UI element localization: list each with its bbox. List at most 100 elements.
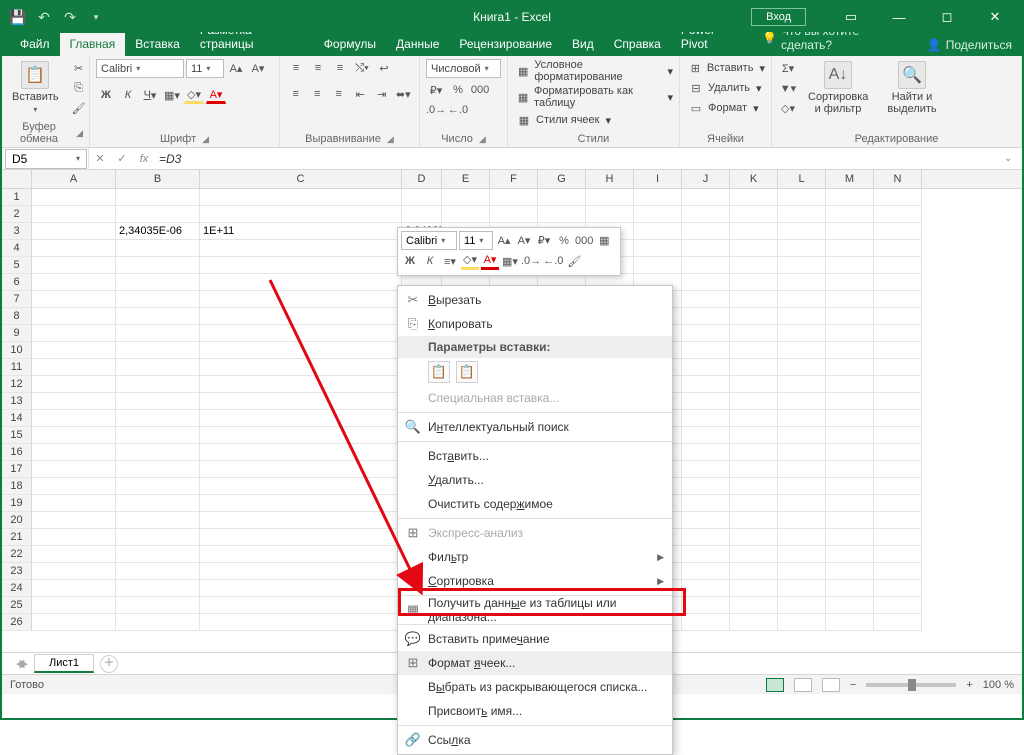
- cell[interactable]: [116, 512, 200, 529]
- cell[interactable]: [200, 529, 402, 546]
- cell[interactable]: [116, 529, 200, 546]
- align-center-icon[interactable]: ≡: [308, 85, 328, 103]
- cell[interactable]: [778, 325, 826, 342]
- cell[interactable]: [730, 614, 778, 631]
- cell[interactable]: [116, 597, 200, 614]
- cell[interactable]: [682, 529, 730, 546]
- cell[interactable]: [32, 597, 116, 614]
- mini-font-color-icon[interactable]: A▾: [481, 252, 499, 270]
- bold-button[interactable]: Ж: [96, 86, 116, 104]
- cond-format-button[interactable]: ▦Условное форматирование▾: [514, 59, 673, 83]
- cell[interactable]: [874, 223, 922, 240]
- row-header[interactable]: 19: [2, 495, 32, 512]
- merge-icon[interactable]: ⬌▾: [394, 85, 414, 103]
- mini-percent-icon[interactable]: %: [555, 232, 573, 250]
- col-header-C[interactable]: C: [200, 170, 402, 188]
- cell[interactable]: [826, 206, 874, 223]
- cell[interactable]: [490, 189, 538, 206]
- cell[interactable]: [634, 257, 682, 274]
- zoom-slider[interactable]: [866, 683, 956, 687]
- cell[interactable]: [778, 223, 826, 240]
- zoom-out-icon[interactable]: −: [850, 679, 856, 691]
- cell[interactable]: [490, 206, 538, 223]
- save-icon[interactable]: 💾: [6, 5, 30, 29]
- cell[interactable]: [682, 495, 730, 512]
- cell[interactable]: [682, 359, 730, 376]
- cell[interactable]: [32, 291, 116, 308]
- row-header[interactable]: 23: [2, 563, 32, 580]
- cell[interactable]: [116, 359, 200, 376]
- ctx-cut[interactable]: ✂Вырезать: [398, 288, 672, 312]
- minimize-button[interactable]: —: [876, 2, 922, 32]
- cell[interactable]: [116, 189, 200, 206]
- mini-border-icon[interactable]: ▦▾: [501, 252, 519, 270]
- cell[interactable]: [116, 274, 200, 291]
- cell[interactable]: [32, 546, 116, 563]
- cell[interactable]: [874, 325, 922, 342]
- tab-data[interactable]: Данные: [386, 33, 449, 56]
- cell[interactable]: [730, 240, 778, 257]
- tab-home[interactable]: Главная: [60, 33, 126, 56]
- cell[interactable]: [778, 291, 826, 308]
- row-header[interactable]: 21: [2, 529, 32, 546]
- cell[interactable]: [32, 240, 116, 257]
- cell[interactable]: [116, 495, 200, 512]
- mini-inc-dec-icon[interactable]: .0→: [521, 252, 541, 270]
- inc-decimal-icon[interactable]: .0→: [426, 101, 446, 119]
- cell[interactable]: [200, 410, 402, 427]
- cell[interactable]: [874, 614, 922, 631]
- cell[interactable]: [874, 512, 922, 529]
- cell[interactable]: [730, 359, 778, 376]
- mini-size-combo[interactable]: 11▾: [459, 231, 493, 250]
- accept-formula-icon[interactable]: ✓: [111, 152, 133, 165]
- dec-decimal-icon[interactable]: ←.0: [448, 101, 468, 119]
- cell[interactable]: [778, 580, 826, 597]
- mini-bold-icon[interactable]: Ж: [401, 252, 419, 270]
- cell[interactable]: [32, 461, 116, 478]
- cell[interactable]: [682, 563, 730, 580]
- cell[interactable]: [826, 189, 874, 206]
- cell[interactable]: [730, 223, 778, 240]
- cell[interactable]: [730, 546, 778, 563]
- cell[interactable]: [874, 274, 922, 291]
- row-header[interactable]: 20: [2, 512, 32, 529]
- cell[interactable]: [778, 427, 826, 444]
- cell[interactable]: [874, 495, 922, 512]
- mini-fill-icon[interactable]: ◇▾: [461, 252, 479, 270]
- col-header-L[interactable]: L: [778, 170, 826, 188]
- ctx-sort[interactable]: Сортировка▶: [398, 569, 672, 593]
- cell[interactable]: [116, 257, 200, 274]
- col-header-J[interactable]: J: [682, 170, 730, 188]
- cell[interactable]: [32, 308, 116, 325]
- format-painter-icon[interactable]: 🖌: [69, 99, 89, 117]
- comma-icon[interactable]: 000: [470, 81, 490, 99]
- mini-comma-icon[interactable]: 000: [575, 232, 593, 250]
- cell[interactable]: [730, 325, 778, 342]
- row-header[interactable]: 14: [2, 410, 32, 427]
- mini-italic-icon[interactable]: К: [421, 252, 439, 270]
- redo-icon[interactable]: ↷: [58, 5, 82, 29]
- cell[interactable]: [778, 342, 826, 359]
- mini-align-icon[interactable]: ≡▾: [441, 252, 459, 270]
- cell[interactable]: [730, 410, 778, 427]
- cell[interactable]: [116, 546, 200, 563]
- cell[interactable]: [200, 546, 402, 563]
- cell[interactable]: [730, 563, 778, 580]
- cell[interactable]: [116, 580, 200, 597]
- cell[interactable]: [826, 546, 874, 563]
- cell[interactable]: [32, 529, 116, 546]
- view-page-break-icon[interactable]: [822, 678, 840, 692]
- ctx-copy[interactable]: ⎘Копировать: [398, 312, 672, 336]
- cell[interactable]: [32, 223, 116, 240]
- mini-dec-dec-icon[interactable]: ←.0: [543, 252, 563, 270]
- cancel-formula-icon[interactable]: ✕: [89, 152, 111, 165]
- cell[interactable]: [32, 512, 116, 529]
- cell[interactable]: [32, 444, 116, 461]
- cell[interactable]: [826, 308, 874, 325]
- cell[interactable]: [874, 308, 922, 325]
- paste-opt-values[interactable]: 📋: [456, 361, 478, 383]
- ctx-define-name[interactable]: Присвоить имя...: [398, 699, 672, 723]
- zoom-level[interactable]: 100 %: [983, 679, 1014, 691]
- cell[interactable]: [32, 580, 116, 597]
- cell[interactable]: [874, 427, 922, 444]
